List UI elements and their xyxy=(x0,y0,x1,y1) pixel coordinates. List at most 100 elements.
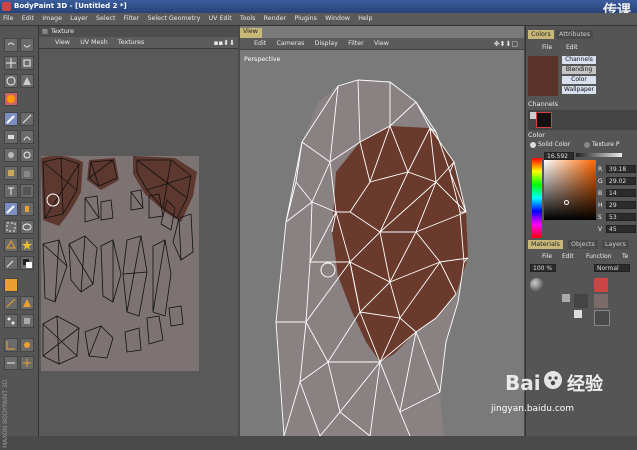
layer-visibility-icon[interactable] xyxy=(562,294,570,302)
tab-colors[interactable]: Colors xyxy=(528,30,554,39)
channel-channels[interactable]: Channels xyxy=(562,56,596,64)
dodge-icon[interactable] xyxy=(20,148,34,162)
fill-icon[interactable] xyxy=(20,166,34,180)
materials-menu-edit[interactable]: Edit xyxy=(562,253,574,260)
opacity-field[interactable]: 100 % xyxy=(530,264,556,272)
pencil-icon[interactable] xyxy=(20,112,34,126)
tab-objects[interactable]: Objects xyxy=(568,240,598,249)
polygon-mode-icon[interactable] xyxy=(20,296,34,310)
layer-thumb-icon[interactable] xyxy=(594,278,608,292)
menu-uv-edit[interactable]: UV Edit xyxy=(206,13,235,22)
channel-preview-icon[interactable] xyxy=(536,112,552,128)
materials-menu-file[interactable]: File xyxy=(542,253,552,260)
field-r[interactable]: 39.18 xyxy=(606,165,636,173)
channel-wallpaper[interactable]: Wallpaper xyxy=(562,86,596,94)
field-h[interactable]: 29 xyxy=(606,201,636,209)
text-tool-icon[interactable] xyxy=(4,184,18,198)
hue-strip[interactable] xyxy=(532,158,542,238)
menu-render[interactable]: Render xyxy=(261,13,289,22)
jingyan-url[interactable]: jingyan.baidu.com xyxy=(491,404,574,414)
viewport-menu-cameras[interactable]: Cameras xyxy=(272,38,308,47)
field-s[interactable]: 53 xyxy=(606,213,636,221)
tab-layers[interactable]: Layers xyxy=(602,240,629,249)
texture-paint-radio[interactable]: Texture P xyxy=(584,141,620,148)
menu-plugins[interactable]: Plugins xyxy=(291,13,320,22)
layer-slot-icon[interactable] xyxy=(574,294,588,308)
field-b[interactable]: 14 xyxy=(606,189,636,197)
blend-mode-select[interactable]: Normal xyxy=(594,264,630,272)
eraser-icon[interactable] xyxy=(4,130,18,144)
panel-grip-icon[interactable]: ▦ xyxy=(42,28,48,35)
menu-help[interactable]: Help xyxy=(355,13,375,22)
menu-edit[interactable]: Edit xyxy=(19,13,37,22)
texture-layer-thumb-icon[interactable] xyxy=(594,294,608,308)
channel-color[interactable]: Color xyxy=(562,76,596,84)
render-icon[interactable] xyxy=(4,92,18,106)
menu-tools[interactable]: Tools xyxy=(237,13,259,22)
point-mode-icon[interactable] xyxy=(4,278,18,292)
projection-icon[interactable] xyxy=(20,356,34,370)
current-color-swatch[interactable] xyxy=(528,56,558,96)
3d-viewport[interactable]: View Edit Cameras Display Filter View ✥⬍… xyxy=(240,26,524,436)
menu-layer[interactable]: Layer xyxy=(67,13,91,22)
field-g[interactable]: 29.02 xyxy=(606,177,636,185)
uv-polygons-icon[interactable] xyxy=(20,314,34,328)
colors-menu-edit[interactable]: Edit xyxy=(566,44,578,51)
menu-select-geometry[interactable]: Select Geometry xyxy=(145,13,204,22)
rotate-icon[interactable] xyxy=(4,74,18,88)
smudge-icon[interactable] xyxy=(20,130,34,144)
texture-menu-textures[interactable]: Textures xyxy=(114,37,148,46)
tab-view[interactable]: View xyxy=(240,28,262,38)
eyedropper-icon[interactable] xyxy=(4,256,18,270)
live-select-icon[interactable] xyxy=(20,74,34,88)
axis-icon[interactable] xyxy=(4,338,18,352)
menu-select[interactable]: Select xyxy=(93,13,118,22)
material-ball-icon[interactable] xyxy=(530,278,544,292)
solid-color-radio[interactable]: Solid Color xyxy=(530,141,570,148)
menu-filter[interactable]: Filter xyxy=(121,13,143,22)
move-icon[interactable] xyxy=(4,56,18,70)
lasso-icon[interactable] xyxy=(20,220,34,234)
undo-icon[interactable] xyxy=(4,38,18,52)
viewport-menu-display[interactable]: Display xyxy=(311,38,342,47)
viewport-menu-filter[interactable]: Filter xyxy=(344,38,368,47)
gradient-icon[interactable] xyxy=(20,184,34,198)
colors-menu-file[interactable]: File xyxy=(542,44,552,51)
scale-icon[interactable] xyxy=(20,56,34,70)
edge-mode-icon[interactable] xyxy=(4,296,18,310)
texture-menu-view[interactable]: View xyxy=(39,37,74,46)
stamp-icon[interactable] xyxy=(20,202,34,216)
viewport-menu-edit[interactable]: Edit xyxy=(240,38,270,47)
snap-icon[interactable] xyxy=(20,338,34,352)
sponge-icon[interactable] xyxy=(4,166,18,180)
workplane-icon[interactable] xyxy=(4,356,18,370)
menu-file[interactable]: File xyxy=(0,13,17,22)
tab-attributes[interactable]: Attributes xyxy=(556,30,594,39)
field-v[interactable]: 45 xyxy=(606,225,636,233)
materials-menu-te[interactable]: Te xyxy=(622,253,628,260)
tab-materials[interactable]: Materials xyxy=(528,240,563,249)
texture-menu-uv-mesh[interactable]: UV Mesh xyxy=(76,37,112,46)
redo-icon[interactable] xyxy=(20,38,34,52)
background-layer-thumb-icon[interactable] xyxy=(594,310,610,326)
star-icon[interactable] xyxy=(20,238,34,252)
brush-tool-icon[interactable] xyxy=(4,112,18,126)
uv-points-icon[interactable] xyxy=(4,314,18,328)
polygon-select-icon[interactable] xyxy=(4,238,18,252)
value-field[interactable]: 16.592 % xyxy=(544,152,574,167)
saturation-value-picker[interactable] xyxy=(544,160,596,220)
color-swatch-icon[interactable] xyxy=(20,256,34,270)
value-slider[interactable] xyxy=(576,153,622,157)
menu-window[interactable]: Window xyxy=(322,13,353,22)
eye-icon[interactable] xyxy=(574,310,582,318)
channel-blending[interactable]: Blending xyxy=(562,66,596,74)
navigation-icons[interactable]: ▪▪⬍⬇ xyxy=(214,37,235,47)
uv-texture-canvas[interactable] xyxy=(41,155,199,371)
paint-brush-icon[interactable] xyxy=(4,202,18,216)
viewport-navigation-icons[interactable]: ✥⬍⬇▢ xyxy=(490,38,522,48)
clone-icon[interactable] xyxy=(4,148,18,162)
menu-image[interactable]: Image xyxy=(39,13,65,22)
materials-menu-function[interactable]: Function xyxy=(586,253,612,260)
selection-icon[interactable] xyxy=(4,220,18,234)
viewport-menu-view[interactable]: View xyxy=(370,38,393,47)
